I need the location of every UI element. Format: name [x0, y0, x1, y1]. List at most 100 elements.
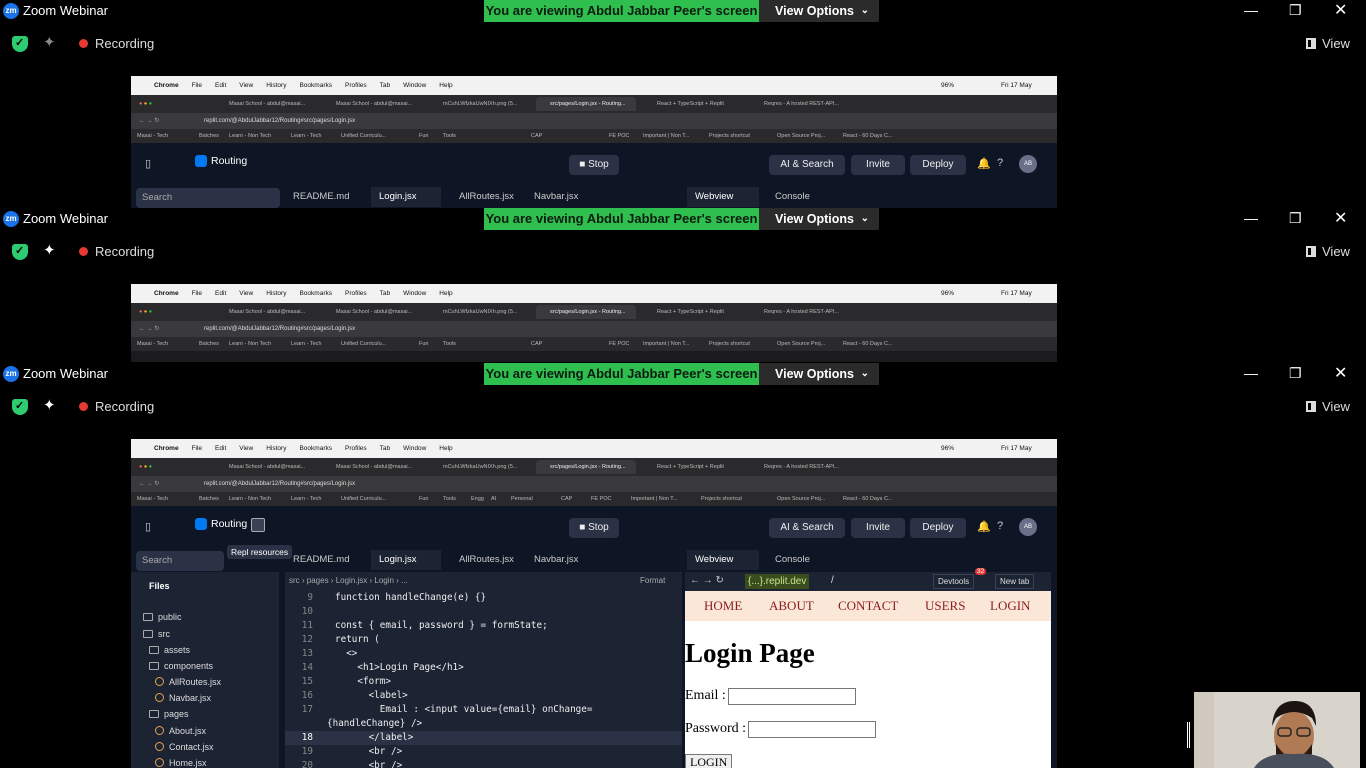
browser-tab[interactable]: React + TypeScript + Replit	[643, 460, 724, 474]
password-input[interactable]	[748, 721, 876, 738]
browser-tab[interactable]: mCuhLWfzkaUwNIXh.png (5...	[429, 97, 517, 111]
bookmark[interactable]: Unified Curriculu...	[341, 492, 386, 506]
traffic-lights-icon[interactable]: ● ● ●	[139, 95, 152, 113]
bookmark[interactable]: Important | Non T...	[643, 129, 690, 143]
bookmark[interactable]: CAP	[531, 337, 542, 351]
stop-button[interactable]: ■ Stop	[569, 155, 619, 175]
bookmark[interactable]: Learn - Tech	[291, 129, 321, 143]
restore-icon[interactable]: ❐	[1289, 365, 1302, 382]
invite-button[interactable]: Invite	[851, 155, 905, 175]
bookmark[interactable]: Open Source Proj...	[777, 337, 825, 351]
close-icon[interactable]: ✕	[1334, 0, 1347, 20]
browser-tab[interactable]: Reqres - A hosted REST-API...	[750, 97, 839, 111]
search-input[interactable]: Search	[136, 551, 224, 571]
tab-webview[interactable]: Webview	[687, 550, 759, 570]
search-input[interactable]: Search	[136, 188, 280, 208]
menu-window[interactable]: Window	[403, 445, 426, 452]
browser-tab[interactable]: Reqres - A hosted REST-API...	[750, 305, 839, 319]
menu-bookmarks[interactable]: Bookmarks	[299, 445, 332, 452]
bookmark[interactable]: FE POC	[609, 337, 629, 351]
bell-icon[interactable]: 🔔	[977, 520, 991, 533]
view-button[interactable]: View	[1306, 36, 1350, 51]
browser-tab[interactable]: Masai School - abdul@masai...	[215, 305, 305, 319]
menu-history[interactable]: History	[266, 445, 286, 452]
restore-icon[interactable]: ❐	[1289, 210, 1302, 227]
avatar[interactable]: AB	[1019, 155, 1037, 173]
bookmark[interactable]: Projects shortcut	[709, 129, 750, 143]
menu-view[interactable]: View	[239, 290, 253, 297]
tree-folder-components[interactable]: components	[149, 661, 213, 671]
browser-tab[interactable]: Masai School - abdul@masai...	[215, 460, 305, 474]
browser-tab[interactable]: mCuhLWfzkaUwNIXh.png (5...	[429, 305, 517, 319]
browser-tab[interactable]: Masai School - abdul@masai...	[322, 305, 412, 319]
traffic-lights-icon[interactable]: ● ● ●	[139, 458, 152, 476]
nav-arrows-icon[interactable]: ← → ↻	[139, 476, 159, 492]
menu-edit[interactable]: Edit	[215, 290, 226, 297]
menu-history[interactable]: History	[266, 290, 286, 297]
bookmark[interactable]: Learn - Tech	[291, 337, 321, 351]
tree-folder-assets[interactable]: assets	[149, 645, 190, 655]
bookmark[interactable]: Unified Curriculu...	[341, 337, 386, 351]
menu-edit[interactable]: Edit	[215, 82, 226, 89]
menu-history[interactable]: History	[266, 82, 286, 89]
presenter-video-thumbnail[interactable]	[1194, 692, 1360, 768]
project-name[interactable]: Routing	[211, 518, 247, 530]
nav-link-users[interactable]: USERS	[925, 598, 965, 614]
security-shield-icon[interactable]	[12, 244, 28, 260]
tree-file-contact[interactable]: Contact.jsx	[155, 742, 214, 752]
browser-tab[interactable]: React + TypeScript + Replit	[643, 305, 724, 319]
close-icon[interactable]: ✕	[1334, 363, 1347, 383]
ai-sparkle-icon[interactable]: ✦	[43, 33, 56, 51]
bookmark[interactable]: Batches	[199, 129, 219, 143]
browser-tab[interactable]: mCuhLWfzkaUwNIXh.png (5...	[429, 460, 517, 474]
new-tab-button[interactable]: New tab	[995, 574, 1035, 589]
nav-arrows-icon[interactable]: ← → ↻	[139, 113, 159, 129]
menu-bookmarks[interactable]: Bookmarks	[299, 290, 332, 297]
menu-help[interactable]: Help	[439, 290, 452, 297]
devtools-button[interactable]: Devtools	[933, 574, 975, 589]
repl-resources-icon[interactable]	[251, 518, 265, 532]
nav-link-contact[interactable]: CONTACT	[838, 598, 898, 614]
browser-tab[interactable]: Masai School - abdul@masai...	[215, 97, 305, 111]
bookmark[interactable]: FE POC	[591, 492, 611, 506]
tab-console[interactable]: Console	[767, 550, 839, 570]
bookmark[interactable]: Learn - Tech	[291, 492, 321, 506]
menu-help[interactable]: Help	[439, 82, 452, 89]
menu-chrome[interactable]: Chrome	[154, 290, 179, 297]
bookmark[interactable]: Tools	[443, 492, 456, 506]
tree-folder-public[interactable]: public	[143, 612, 182, 622]
format-button[interactable]: Format	[640, 576, 665, 585]
webview-url-path[interactable]: /	[831, 575, 834, 586]
ai-search-button[interactable]: AI & Search	[769, 518, 845, 538]
browser-tab-active[interactable]: src/pages/Login.jsx - Routing...	[536, 305, 636, 319]
browser-tab[interactable]: Reqres - A hosted REST-API...	[750, 460, 839, 474]
ai-sparkle-icon[interactable]: ✦	[43, 241, 56, 259]
url-field[interactable]: replit.com/@AbdulJabbar12/Routing#src/pa…	[204, 321, 355, 337]
close-icon[interactable]: ✕	[1334, 208, 1347, 228]
view-button[interactable]: View	[1306, 399, 1350, 414]
browser-tab[interactable]: Masai School - abdul@masai...	[322, 97, 412, 111]
tree-file-about[interactable]: About.jsx	[155, 726, 206, 736]
help-icon[interactable]: ?	[997, 520, 1003, 532]
bookmark[interactable]: Tools	[443, 337, 456, 351]
view-options-button[interactable]: View Options ⌄	[759, 0, 879, 22]
menu-file[interactable]: File	[192, 290, 202, 297]
pip-resize-handle[interactable]	[1187, 722, 1190, 748]
email-input[interactable]	[728, 688, 856, 705]
bookmark[interactable]: Fun	[419, 492, 428, 506]
editor-tab-readme[interactable]: README.md	[285, 187, 369, 207]
menu-window[interactable]: Window	[403, 290, 426, 297]
menu-profiles[interactable]: Profiles	[345, 82, 367, 89]
avatar[interactable]: AB	[1019, 518, 1037, 536]
browser-tab[interactable]: Masai School - abdul@masai...	[322, 460, 412, 474]
tree-folder-src[interactable]: src	[143, 629, 170, 639]
bookmark[interactable]: Tools	[443, 129, 456, 143]
recording-label[interactable]: Recording	[95, 399, 154, 414]
webview-url-host[interactable]: {...}.replit.dev	[745, 574, 810, 589]
tree-file-home[interactable]: Home.jsx	[155, 758, 207, 768]
view-options-button[interactable]: View Options ⌄	[759, 208, 879, 230]
editor-tab-allroutes[interactable]: AllRoutes.jsx	[451, 187, 531, 207]
browser-tab-active[interactable]: src/pages/Login.jsx - Routing...	[536, 97, 636, 111]
bookmark[interactable]: React - 60 Days C...	[843, 129, 893, 143]
bookmark[interactable]: Learn - Non Tech	[229, 337, 271, 351]
